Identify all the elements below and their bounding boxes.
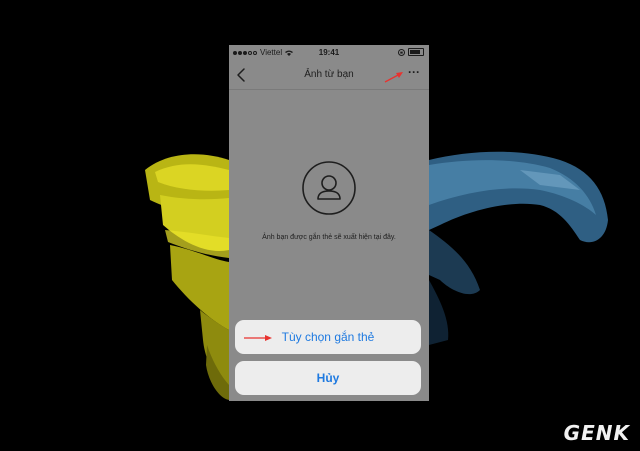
annotation-arrow-icon	[244, 335, 272, 341]
battery-icon	[408, 48, 424, 56]
screenshot-stage: Viettel 19:41 Ảnh từ bạn ··· Ảnh bạn đượ…	[0, 0, 640, 451]
empty-state-message: Ảnh bạn được gắn thẻ sẽ xuất hiện tại đâ…	[262, 234, 396, 241]
status-right	[398, 48, 424, 56]
orientation-lock-icon	[398, 48, 405, 56]
status-bar: Viettel 19:41	[229, 45, 429, 61]
person-circle-icon	[302, 161, 356, 215]
cancel-button[interactable]: Hủy	[235, 361, 421, 395]
watermark-logo: GENK	[563, 421, 630, 445]
annotation-arrow-icon	[384, 72, 403, 83]
phone-screen: Viettel 19:41 Ảnh từ bạn ··· Ảnh bạn đượ…	[229, 45, 429, 401]
more-options-button[interactable]: ···	[405, 66, 423, 83]
